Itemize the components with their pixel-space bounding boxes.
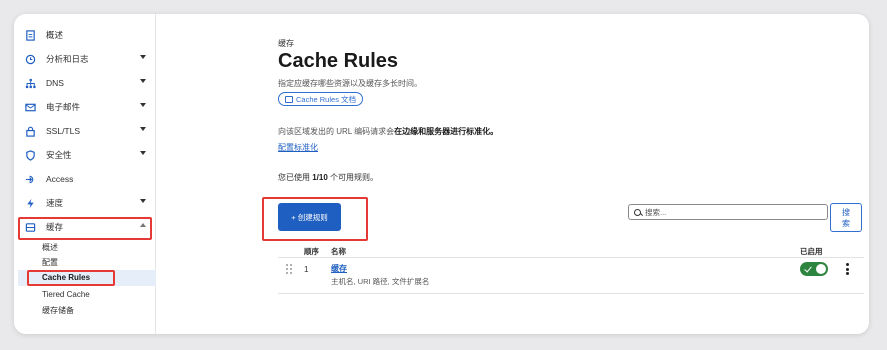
- bolt-icon: [22, 195, 38, 211]
- sidebar-item-label: SSL/TLS: [46, 126, 81, 136]
- chevron-down-icon: [140, 79, 146, 83]
- column-header-enabled: 已启用: [800, 247, 823, 256]
- chevron-down-icon: [140, 151, 146, 155]
- configure-normalization-link[interactable]: 配置标准化: [278, 142, 318, 153]
- search-icon: [634, 208, 641, 216]
- normalization-text: 向该区域发出的 URL 编码请求会在边缘和服务器进行标准化。: [278, 126, 498, 137]
- rule-name-link[interactable]: 缓存: [331, 263, 347, 274]
- usage-suffix: 个可用规则。: [327, 173, 379, 182]
- sidebar-item-dns[interactable]: DNS: [18, 72, 152, 94]
- highlight-box: [27, 270, 115, 286]
- toggle-knob: [816, 264, 826, 274]
- shield-icon: [22, 147, 38, 163]
- highlight-box: [262, 197, 368, 241]
- rule-order: 1: [304, 265, 309, 274]
- email-icon: [22, 99, 38, 115]
- sidebar-item-analytics[interactable]: 分析和日志: [18, 48, 152, 70]
- normalization-text-prefix: 向该区域发出的 URL 编码请求会: [278, 127, 395, 136]
- sidebar-item-label: 速度: [46, 198, 64, 208]
- more-options-icon[interactable]: [845, 263, 849, 275]
- highlight-box: [18, 217, 152, 240]
- page-title: Cache Rules: [278, 50, 399, 72]
- search-placeholder: 搜索...: [645, 207, 667, 217]
- sidebar-subitem-cache-reserve[interactable]: 缓存储备: [42, 303, 74, 319]
- chevron-down-icon: [140, 103, 146, 107]
- table-divider: [278, 293, 864, 294]
- sidebar-item-label: DNS: [46, 78, 64, 88]
- book-icon: [285, 95, 293, 103]
- drag-handle-icon[interactable]: [286, 264, 294, 276]
- search-input[interactable]: 搜索...: [628, 204, 828, 220]
- breadcrumb: 缓存: [278, 39, 294, 48]
- column-header-order: 顺序: [304, 247, 319, 256]
- sidebar-subitem-config[interactable]: 配置: [42, 255, 58, 271]
- docs-button-label: Cache Rules 文档: [296, 94, 357, 104]
- search-button[interactable]: 搜索: [830, 203, 862, 232]
- usage-text: 您已使用 1/10 个可用规则。: [278, 172, 378, 183]
- normalization-text-bold: 在边缘和服务器进行标准化。: [394, 127, 499, 136]
- sidebar: 概述 分析和日志 DNS 电子邮件 SSL/TLS 安全性 Access 速度 …: [14, 14, 156, 334]
- access-icon: [22, 171, 38, 187]
- sidebar-item-speed[interactable]: 速度: [18, 192, 152, 214]
- rule-enabled-toggle[interactable]: [800, 262, 828, 276]
- sidebar-item-label: 安全性: [46, 150, 72, 160]
- sidebar-item-security[interactable]: 安全性: [18, 144, 152, 166]
- sidebar-item-label: Access: [46, 174, 74, 184]
- chevron-down-icon: [140, 55, 146, 59]
- network-icon: [22, 75, 38, 91]
- page-description: 指定应缓存哪些资源以及缓存多长时间。: [278, 79, 422, 88]
- table-divider: [278, 257, 864, 258]
- docs-button[interactable]: Cache Rules 文档: [278, 92, 364, 106]
- sidebar-item-access[interactable]: Access: [18, 168, 152, 190]
- clock-icon: [22, 51, 38, 67]
- check-icon: [804, 264, 812, 273]
- chevron-down-icon: [140, 199, 146, 203]
- sidebar-item-overview[interactable]: 概述: [18, 24, 152, 46]
- lock-icon: [22, 123, 38, 139]
- sidebar-item-email[interactable]: 电子邮件: [18, 96, 152, 118]
- sidebar-item-label: 分析和日志: [46, 54, 89, 64]
- sidebar-subitem-overview[interactable]: 概述: [42, 240, 58, 256]
- sidebar-item-label: 电子邮件: [46, 102, 81, 112]
- sidebar-item-label: 概述: [46, 30, 64, 40]
- usage-prefix: 您已使用: [278, 173, 313, 182]
- app-window: 概述 分析和日志 DNS 电子邮件 SSL/TLS 安全性 Access 速度 …: [14, 14, 869, 334]
- sidebar-item-ssl-tls[interactable]: SSL/TLS: [18, 120, 152, 142]
- document-icon: [22, 27, 38, 43]
- column-header-name: 名称: [331, 247, 346, 256]
- chevron-down-icon: [140, 127, 146, 131]
- usage-count: 1/10: [312, 173, 328, 182]
- sidebar-subitem-tiered-cache[interactable]: Tiered Cache: [42, 287, 90, 303]
- rule-detail: 主机名, URI 路径, 文件扩展名: [331, 277, 430, 286]
